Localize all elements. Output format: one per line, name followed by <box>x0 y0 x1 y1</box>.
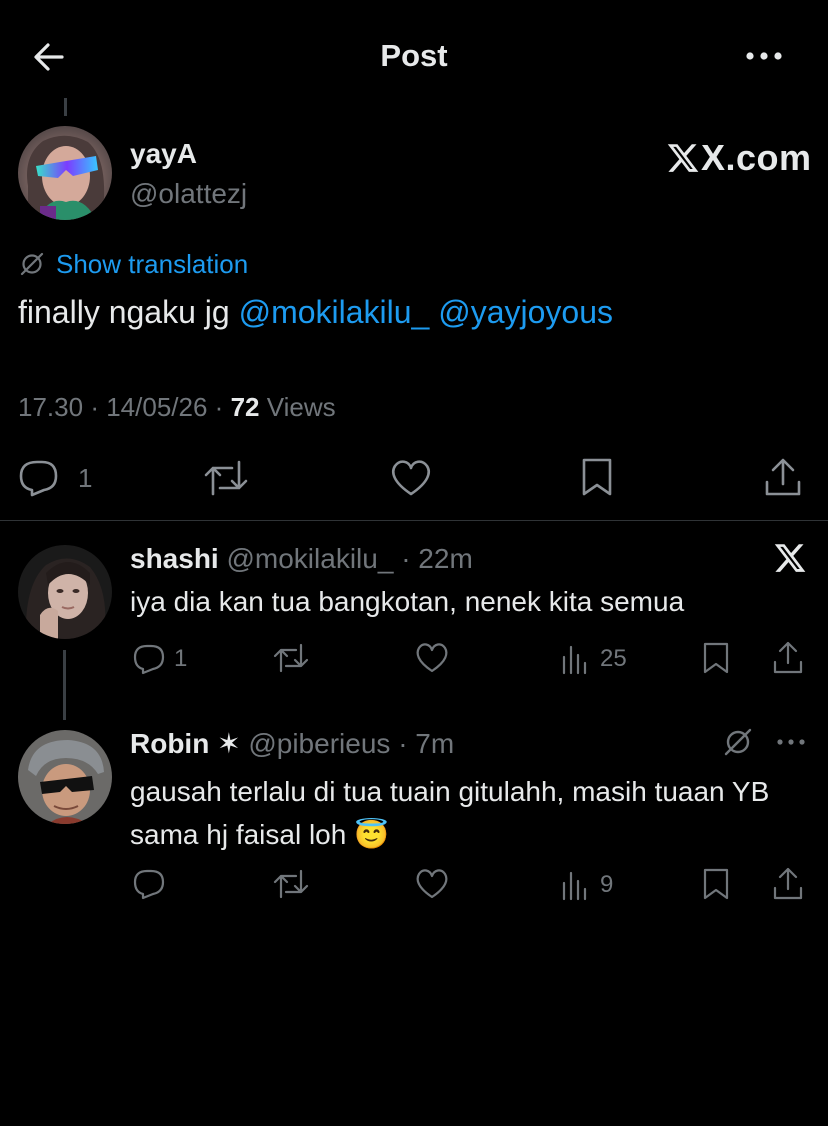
views-count: 25 <box>600 645 627 672</box>
share-icon <box>765 458 801 496</box>
like-button[interactable] <box>389 458 433 498</box>
smile-halo-emoji: 😇 <box>354 819 389 850</box>
divider <box>0 520 828 521</box>
post-text: finally ngaku jg @mokilakilu_ @yayjoyous <box>18 294 613 331</box>
x-logo-icon <box>667 144 699 172</box>
share-button[interactable] <box>763 456 803 498</box>
repost-button[interactable] <box>202 458 250 498</box>
like-button[interactable] <box>414 642 450 674</box>
reply-header: Robin ✶ @piberieus · 7m <box>130 727 454 760</box>
like-button[interactable] <box>414 868 450 900</box>
translate-icon <box>20 252 44 276</box>
reply-text-body: gausah terlalu di tua tuain gitulahh, ma… <box>130 776 770 850</box>
like-icon <box>416 643 448 673</box>
reply-text: iya dia kan tua bangkotan, nenek kita se… <box>130 586 685 617</box>
avatar[interactable] <box>18 126 112 220</box>
reply-icon <box>133 869 165 900</box>
bookmark-button[interactable] <box>700 641 732 675</box>
views-icon <box>562 645 587 675</box>
views-label[interactable]: Views <box>267 392 336 422</box>
reply-display-name[interactable]: Robin <box>130 728 209 759</box>
repost-icon <box>204 460 248 496</box>
translate-icon <box>724 728 752 756</box>
repost-button[interactable] <box>272 642 310 674</box>
post-meta: 17.30 · 14/05/26 · 72 Views <box>18 392 336 423</box>
reply-age[interactable]: 7m <box>415 728 454 759</box>
separator: · <box>398 728 408 759</box>
show-translation[interactable]: Show translation <box>18 248 248 280</box>
post-time[interactable]: 17.30 <box>18 392 83 422</box>
views-count: 9 <box>600 871 614 898</box>
views-button[interactable]: 9 <box>560 868 613 902</box>
reply-icon <box>133 644 165 675</box>
reply-display-name[interactable]: shashi <box>130 543 219 574</box>
thread-line <box>64 98 67 116</box>
mention-link[interactable]: @yayjoyous <box>438 294 613 330</box>
bookmark-icon <box>703 868 729 900</box>
reply-handle[interactable]: @mokilakilu_ <box>226 543 393 574</box>
avatar[interactable] <box>18 730 112 824</box>
share-button[interactable] <box>771 640 805 676</box>
watermark-text: X.com <box>701 137 812 178</box>
x-logo-icon <box>774 544 806 572</box>
reply-button[interactable]: 1 <box>18 458 92 498</box>
views-count[interactable]: 72 <box>231 392 260 422</box>
author-handle[interactable]: @olattezj <box>130 178 247 210</box>
verified-badge: ✶ <box>217 728 241 759</box>
reply-handle[interactable]: @piberieus <box>248 728 390 759</box>
more-button[interactable] <box>776 734 806 750</box>
views-button[interactable]: 25 <box>560 642 627 676</box>
page-title: Post <box>380 38 448 73</box>
separator: · <box>214 392 224 422</box>
translate-button[interactable] <box>722 726 754 758</box>
reply-count: 1 <box>174 645 188 672</box>
repost-button[interactable] <box>272 868 310 900</box>
reply-header: shashi @mokilakilu_ · 22m <box>130 543 473 575</box>
reply-count: 1 <box>78 462 93 493</box>
mention-link[interactable]: @mokilakilu_ <box>239 294 430 330</box>
reply-text: gausah terlalu di tua tuain gitulahh, ma… <box>130 770 770 856</box>
bookmark-icon <box>703 642 729 674</box>
share-button[interactable] <box>771 866 805 902</box>
reply-button[interactable] <box>132 868 166 900</box>
share-icon <box>773 641 803 674</box>
author-display-name[interactable]: yayA <box>130 138 197 170</box>
separator: · <box>401 543 411 574</box>
like-icon <box>391 460 431 496</box>
views-icon <box>562 871 587 901</box>
show-translation-label: Show translation <box>56 248 249 279</box>
avatar[interactable] <box>18 545 112 639</box>
bookmark-button[interactable] <box>578 456 616 498</box>
xcom-watermark: X.com <box>666 136 812 180</box>
more-button[interactable] <box>744 44 784 68</box>
post-text-body: finally ngaku jg <box>18 294 239 330</box>
post-date[interactable]: 14/05/26 <box>106 392 207 422</box>
reply-button[interactable]: 1 <box>132 642 187 676</box>
reply-age[interactable]: 22m <box>418 543 472 574</box>
reply-icon <box>19 460 58 497</box>
separator: · <box>90 392 99 422</box>
like-icon <box>416 869 448 899</box>
repost-icon <box>273 869 309 899</box>
bookmark-icon <box>582 458 612 496</box>
repost-icon <box>273 643 309 673</box>
bookmark-button[interactable] <box>700 867 732 901</box>
more-icon <box>777 739 805 745</box>
thread-line <box>63 650 66 720</box>
x-logo-button[interactable] <box>772 541 808 575</box>
more-icon <box>746 52 782 60</box>
share-icon <box>773 867 803 900</box>
